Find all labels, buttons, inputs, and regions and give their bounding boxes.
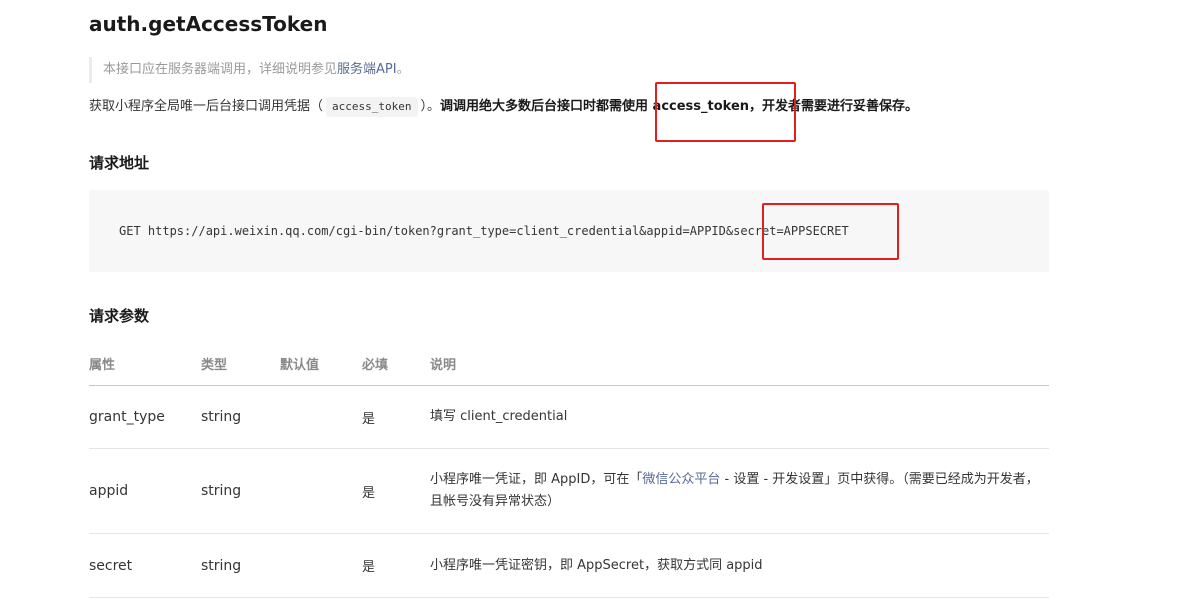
param-type: string bbox=[201, 385, 280, 449]
param-description: 小程序唯一凭证，即 AppID，可在「微信公众平台 - 设置 - 开发设置」页中… bbox=[430, 448, 1049, 534]
header-type: 类型 bbox=[201, 342, 280, 386]
request-url-code: GET https://api.weixin.qq.com/cgi-bin/to… bbox=[89, 190, 1049, 272]
param-required: 是 bbox=[362, 385, 430, 449]
highlight-box-secret bbox=[762, 203, 899, 260]
param-name: appid bbox=[89, 448, 201, 534]
header-default: 默认值 bbox=[280, 342, 362, 386]
request-url-heading: 请求地址 bbox=[89, 154, 150, 172]
page-title: auth.getAccessToken bbox=[89, 12, 328, 36]
param-description: 小程序唯一凭证密钥，即 AppSecret，获取方式同 appid bbox=[430, 533, 1049, 598]
wechat-platform-link[interactable]: 微信公众平台 bbox=[642, 472, 720, 487]
param-type: string bbox=[201, 533, 280, 598]
param-default bbox=[280, 385, 362, 449]
desc-text: 获取小程序全局唯一后台接口调用凭据（ bbox=[89, 99, 324, 114]
access-token-code: access_token bbox=[326, 97, 418, 117]
param-default bbox=[280, 533, 362, 598]
table-row: secret string 是 小程序唯一凭证密钥，即 AppSecret，获取… bbox=[89, 533, 1049, 598]
param-name: grant_type bbox=[89, 385, 201, 449]
param-required: 是 bbox=[362, 533, 430, 598]
request-params-heading: 请求参数 bbox=[89, 307, 150, 325]
note-suffix: 。 bbox=[396, 62, 410, 77]
param-required: 是 bbox=[362, 448, 430, 534]
table-row: grant_type string 是 填写 client_credential bbox=[89, 385, 1049, 449]
table-header-row: 属性 类型 默认值 必填 说明 bbox=[89, 342, 1049, 386]
param-description: 填写 client_credential bbox=[430, 385, 1049, 449]
desc-prefix: 小程序唯一凭证，即 AppID，可在「 bbox=[430, 472, 643, 487]
desc-text-2: ）。 bbox=[420, 99, 441, 114]
server-api-link[interactable]: 服务端API bbox=[337, 62, 397, 77]
header-description: 说明 bbox=[430, 342, 1049, 386]
param-name: secret bbox=[89, 533, 201, 598]
table-row: appid string 是 小程序唯一凭证，即 AppID，可在「微信公众平台… bbox=[89, 448, 1049, 534]
header-required: 必填 bbox=[362, 342, 430, 386]
param-type: string bbox=[201, 448, 280, 534]
highlight-box-access-token bbox=[655, 82, 796, 142]
header-property: 属性 bbox=[89, 342, 201, 386]
server-note: 本接口应在服务器端调用，详细说明参见服务端API。 bbox=[89, 57, 410, 83]
params-table: 属性 类型 默认值 必填 说明 grant_type string 是 填写 c… bbox=[89, 342, 1049, 598]
note-text: 本接口应在服务器端调用，详细说明参见 bbox=[103, 62, 338, 77]
param-default bbox=[280, 448, 362, 534]
